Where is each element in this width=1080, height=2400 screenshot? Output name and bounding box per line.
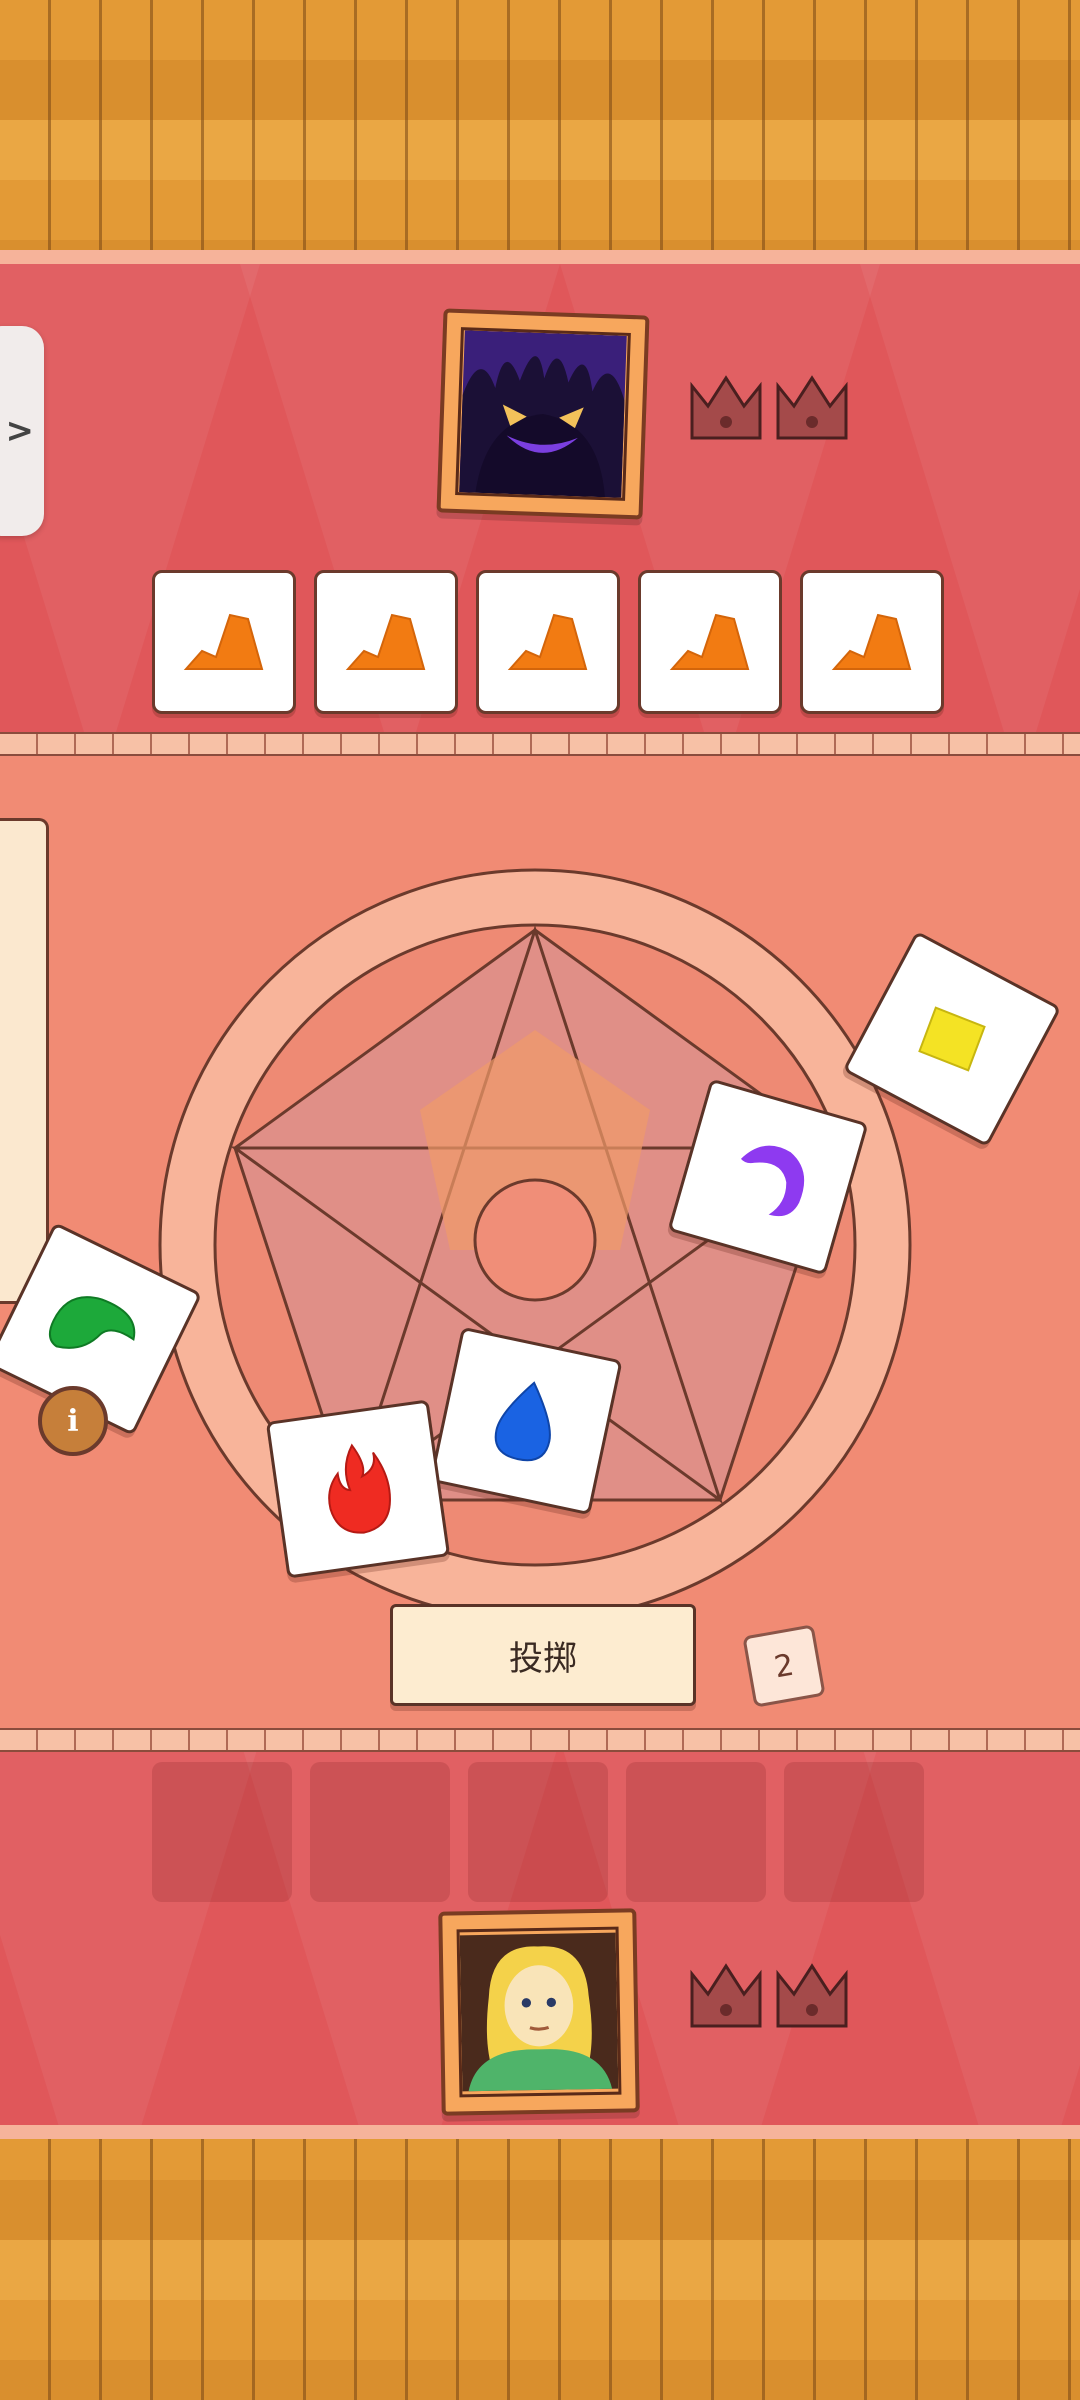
board-rail-bottom [0,1728,1080,1752]
earth-die [638,570,782,714]
roll-button[interactable]: 投掷 [390,1604,696,1706]
earth-icon [831,613,912,670]
crown-icon [776,1963,848,2028]
fire-die[interactable] [265,1399,451,1579]
crown-icon [690,375,762,440]
rolls-left-value: 2 [771,1647,797,1685]
earth-die [314,570,458,714]
info-icon: i [67,1403,79,1439]
info-button[interactable]: i [38,1386,108,1456]
rolls-left-badge: 2 [742,1624,826,1708]
chevron-right-icon: > [5,411,35,451]
player-dice-slots [152,1762,924,1902]
earth-icon [183,613,264,670]
opponent-portrait[interactable] [436,308,650,520]
fire-icon [328,1443,391,1534]
earth-die [800,570,944,714]
scroll-decoration [0,818,49,1304]
moon-icon [740,1145,805,1217]
player-crowns [688,1960,850,2032]
opponent-dice-row [152,570,944,714]
wood-floor-bottom [0,2120,1080,2400]
shadow-demon-icon [455,327,631,501]
opponent-crowns [688,372,850,444]
dice-slot[interactable] [784,1762,924,1902]
dice-slot[interactable] [310,1762,450,1902]
air-icon [48,1296,136,1349]
wood-floor-top [0,0,1080,280]
crown-icon [776,375,848,440]
earth-die [152,570,296,714]
earth-die [476,570,620,714]
crown-icon [690,1963,762,2028]
dice-slot[interactable] [152,1762,292,1902]
dice-slot[interactable] [468,1762,608,1902]
earth-icon [669,613,750,670]
roll-button-label: 投掷 [509,1638,577,1679]
game-screen: > i 投掷 2 [0,0,1080,2400]
water-icon [494,1381,551,1462]
earth-icon [507,613,588,670]
water-die[interactable] [429,1326,623,1516]
board-rail-top [0,732,1080,756]
player-avatar-icon [456,1926,622,2098]
earth-icon [345,613,426,670]
dice-slot[interactable] [626,1762,766,1902]
side-panel-toggle[interactable]: > [0,326,44,536]
player-portrait[interactable] [438,1908,640,2116]
lightning-icon [918,1006,986,1072]
